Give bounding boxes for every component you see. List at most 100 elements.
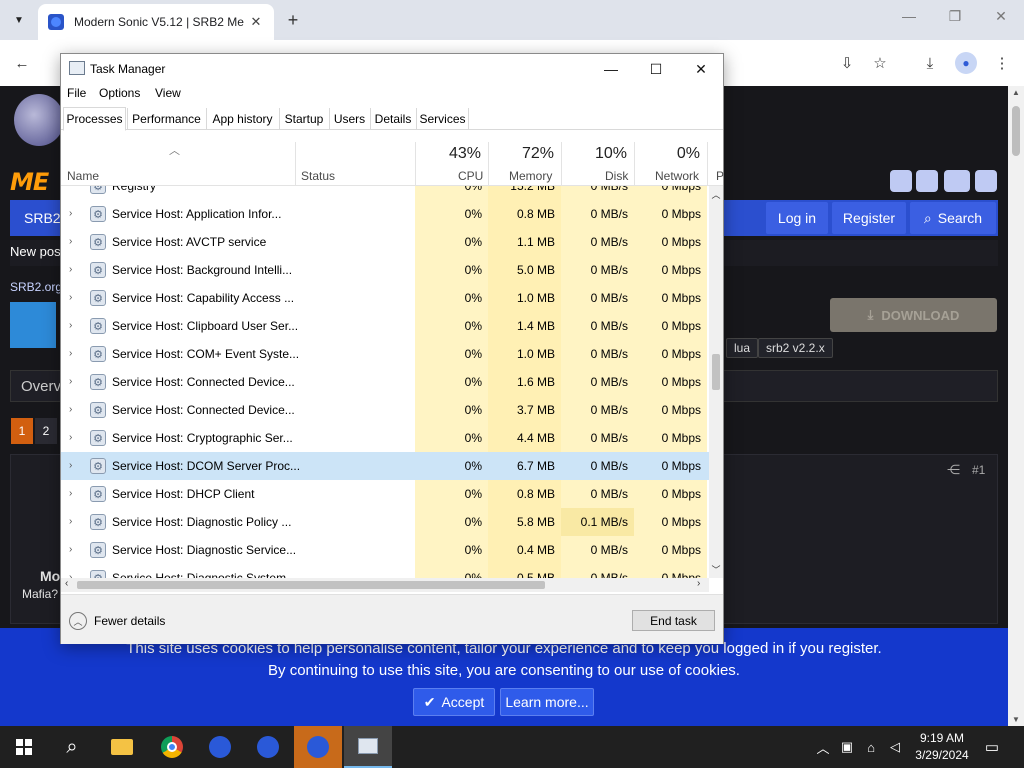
expand-chevron-icon[interactable]: › <box>69 348 72 359</box>
tab-performance[interactable]: Performance <box>127 108 205 130</box>
srb2-game-icon[interactable] <box>196 726 244 768</box>
start-button[interactable] <box>0 726 48 768</box>
process-row[interactable]: › ⚙ Service Host: Diagnostic Service... 0% 0… <box>61 536 709 564</box>
hscroll-thumb[interactable] <box>77 581 545 589</box>
end-task-button[interactable]: End task <box>632 610 715 631</box>
col-cpu-header[interactable]: CPU <box>458 169 483 183</box>
expand-chevron-icon[interactable]: › <box>69 432 72 443</box>
vscroll-down-icon[interactable]: ﹀ <box>709 563 723 576</box>
process-list-hscrollbar[interactable]: ‹ › <box>61 578 709 592</box>
browser-maximize-button[interactable]: ❐ <box>940 8 970 25</box>
disk-total-percent[interactable]: 10% <box>561 145 627 163</box>
process-row[interactable]: › ⚙ Service Host: Connected Device... 0% 3.7… <box>61 396 709 424</box>
youtube-icon[interactable] <box>944 170 970 192</box>
page-scrollbar[interactable]: ▲ ▼ <box>1008 86 1024 726</box>
expand-chevron-icon[interactable]: › <box>69 292 72 303</box>
col-network-header[interactable]: Network <box>655 169 699 183</box>
srb2-game-icon-2[interactable] <box>244 726 292 768</box>
browser-tab[interactable]: Modern Sonic V5.12 | SRB2 Me ✕ <box>38 4 274 40</box>
browser-close-button[interactable]: ✕ <box>986 8 1016 25</box>
scroll-down-arrow-icon[interactable]: ▼ <box>1008 715 1024 724</box>
nav-home-link[interactable]: SRB2 <box>24 210 61 226</box>
srb2-active-game-icon[interactable] <box>294 726 342 768</box>
process-row[interactable]: › ⚙ Service Host: AVCTP service 0% 1.1 MB 0 M… <box>61 228 709 256</box>
page-scroll-thumb[interactable] <box>1012 106 1020 156</box>
tab-close-icon[interactable]: ✕ <box>248 14 264 30</box>
install-app-icon[interactable]: ⇩ <box>836 52 858 74</box>
expand-chevron-icon[interactable]: › <box>69 208 72 219</box>
expand-chevron-icon[interactable]: › <box>69 404 72 415</box>
twitter-icon[interactable] <box>975 170 997 192</box>
tab-services[interactable]: Services <box>416 108 469 130</box>
chrome-icon[interactable] <box>148 726 196 768</box>
task-manager-taskbar-icon[interactable] <box>344 726 392 768</box>
downloads-icon[interactable]: ⤓ <box>919 52 941 74</box>
tag-srb2-version[interactable]: srb2 v2.2.x <box>758 338 833 358</box>
poster-name[interactable]: Mo <box>40 568 60 584</box>
col-power-header[interactable]: P <box>716 169 724 183</box>
tm-maximize-button[interactable]: ☐ <box>634 56 678 82</box>
chrome-menu-icon[interactable]: ⋮ <box>991 52 1013 74</box>
col-name-header[interactable]: Name <box>67 169 99 183</box>
hscroll-right-icon[interactable]: › <box>697 578 700 589</box>
expand-chevron-icon[interactable]: › <box>69 236 72 247</box>
process-row[interactable]: › ⚙ Service Host: Connected Device... 0% 1.6… <box>61 368 709 396</box>
new-posts-link[interactable]: New pos <box>10 244 61 259</box>
collapse-chevron-icon[interactable]: ︿ <box>69 612 87 630</box>
menu-view[interactable]: View <box>155 86 181 100</box>
process-row[interactable]: › ⚙ Service Host: Capability Access ... 0% 1… <box>61 284 709 312</box>
tab-overview[interactable]: Overv <box>21 378 61 395</box>
tab-startup[interactable]: Startup <box>279 108 328 130</box>
process-row[interactable]: › ⚙ Service Host: Diagnostic Policy ... 0% 5… <box>61 508 709 536</box>
site-logo-text[interactable]: ME <box>10 168 49 196</box>
discord-icon[interactable] <box>890 170 912 192</box>
task-manager-titlebar[interactable]: Task Manager — ☐ ✕ <box>61 54 723 84</box>
profile-avatar-icon[interactable]: ● <box>955 52 977 74</box>
tab-users[interactable]: Users <box>329 108 369 130</box>
network-icon[interactable]: ⌂ <box>862 726 880 768</box>
page-1-button[interactable]: 1 <box>11 418 33 444</box>
tab-search-button[interactable]: ▼ <box>8 9 30 31</box>
new-tab-button[interactable]: + <box>282 9 304 31</box>
expand-chevron-icon[interactable]: › <box>69 488 72 499</box>
vscroll-up-icon[interactable]: ︿ <box>709 188 723 201</box>
expand-chevron-icon[interactable]: › <box>69 264 72 275</box>
tm-minimize-button[interactable]: — <box>589 56 633 82</box>
expand-chevron-icon[interactable]: › <box>69 320 72 331</box>
fewer-details-link[interactable]: Fewer details <box>94 614 165 628</box>
cpu-total-percent[interactable]: 43% <box>415 145 481 163</box>
mastodon-icon[interactable] <box>916 170 938 192</box>
process-row[interactable]: › ⚙ Service Host: DCOM Server Proc... 0% 6.7… <box>61 452 709 480</box>
login-button[interactable]: Log in <box>766 202 828 234</box>
srb2-logo-icon[interactable] <box>14 94 64 146</box>
search-icon[interactable]: ⌕ <box>48 726 96 768</box>
cookie-accept-button[interactable]: ✔ Accept <box>413 688 495 716</box>
process-row[interactable]: › ⚙ Service Host: Background Intelli... 0% 5… <box>61 256 709 284</box>
bookmark-star-icon[interactable]: ☆ <box>869 52 891 74</box>
breadcrumb[interactable]: SRB2.org <box>10 280 62 294</box>
process-row[interactable]: › ⚙ Service Host: Cryptographic Ser... 0% 4.… <box>61 424 709 452</box>
process-row[interactable]: › ⚙ Service Host: COM+ Event Syste... 0% 1.0… <box>61 340 709 368</box>
process-row[interactable]: › ⚙ Service Host: Application Infor... 0% 0.… <box>61 200 709 228</box>
expand-chevron-icon[interactable]: › <box>69 460 72 471</box>
scroll-up-arrow-icon[interactable]: ▲ <box>1008 88 1024 97</box>
col-status-header[interactable]: Status <box>301 169 335 183</box>
tab-app-history[interactable]: App history <box>206 108 278 130</box>
download-button[interactable]: ⤓ DOWNLOAD <box>830 298 997 332</box>
hscroll-left-icon[interactable]: ‹ <box>65 578 68 589</box>
tray-app-icon[interactable]: ▣ <box>838 726 856 768</box>
menu-options[interactable]: Options <box>99 86 140 100</box>
browser-minimize-button[interactable]: — <box>894 8 924 24</box>
post-number-link[interactable]: #1 <box>972 463 985 477</box>
vscroll-thumb[interactable] <box>712 354 720 390</box>
page-2-button[interactable]: 2 <box>35 418 57 444</box>
share-icon[interactable]: ⋲ <box>947 462 960 478</box>
memory-total-percent[interactable]: 72% <box>488 145 554 163</box>
col-disk-header[interactable]: Disk <box>605 169 628 183</box>
expand-chevron-icon[interactable]: › <box>69 544 72 555</box>
task-manager-window[interactable]: Task Manager — ☐ ✕ File Options View Pro… <box>60 53 724 644</box>
expand-chevron-icon[interactable]: › <box>69 516 72 527</box>
tray-overflow-chevron-icon[interactable]: ︿ <box>814 726 832 768</box>
notifications-icon[interactable]: ▭ <box>980 726 1004 768</box>
register-button[interactable]: Register <box>832 202 906 234</box>
